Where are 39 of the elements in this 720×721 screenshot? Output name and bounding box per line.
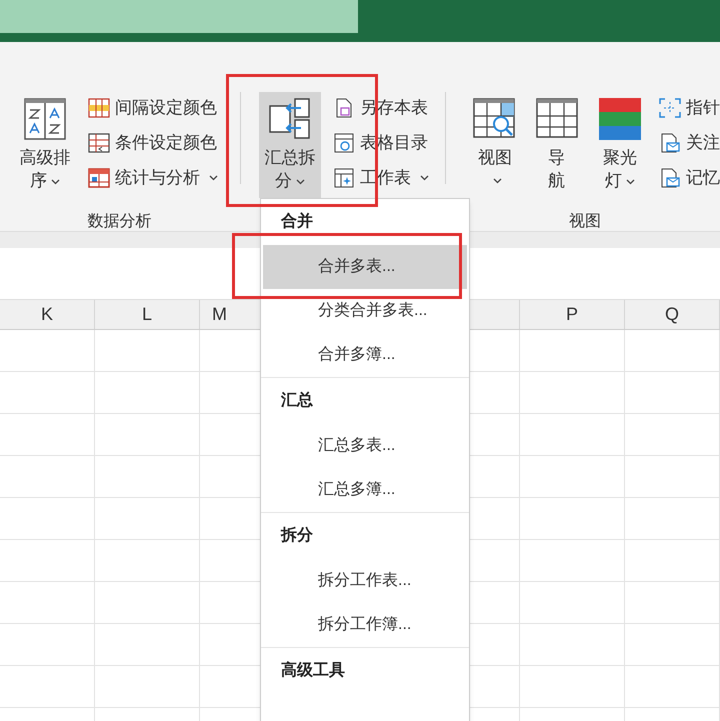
table-rule-icon xyxy=(88,133,110,153)
menu-section-title: 汇总 xyxy=(281,390,313,411)
menu-section-title: 拆分 xyxy=(281,526,313,546)
ribbon-button[interactable]: 汇总拆 分 xyxy=(259,92,321,198)
ribbon-small-button[interactable]: 工作表 xyxy=(333,166,429,190)
crosshair-frame-icon xyxy=(659,98,681,118)
ribbon-button[interactable]: 聚光 灯 xyxy=(592,92,647,198)
ribbon-small-button[interactable]: 间隔设定颜色 xyxy=(88,96,218,120)
file-mail-icon xyxy=(659,168,681,188)
table-list-icon xyxy=(333,133,355,153)
ribbon-button[interactable]: 高级排 序 xyxy=(14,92,76,198)
table-color-icon xyxy=(88,98,110,118)
ribbon-small-button[interactable]: 条件设定颜色 xyxy=(88,131,218,155)
sort-icon xyxy=(24,98,66,140)
ribbon-button[interactable]: 导 航 xyxy=(528,92,585,198)
column-header[interactable]: P xyxy=(566,301,578,328)
column-header[interactable]: K xyxy=(40,301,53,328)
color-stripes-icon xyxy=(598,98,641,140)
table-search-icon xyxy=(473,98,518,140)
grid-icon xyxy=(536,98,578,140)
ribbon-button[interactable]: 视图 xyxy=(470,92,520,198)
ribbon-small-button[interactable]: 指针 xyxy=(659,96,720,120)
menu-section-title: 合并 xyxy=(281,211,313,232)
column-header[interactable]: L xyxy=(142,301,152,328)
group-label: 视图 xyxy=(569,212,601,232)
merge-icon xyxy=(269,98,311,140)
file-mail-icon xyxy=(659,133,681,153)
ribbon-small-button[interactable]: 统计与分析 xyxy=(88,166,218,190)
ribbon-small-button[interactable]: 另存本表 xyxy=(333,96,429,120)
ribbon-small-button[interactable]: 记忆 xyxy=(659,166,720,190)
menu-section-title: 高级工具 xyxy=(281,660,345,681)
ribbon-small-button[interactable]: 关注 xyxy=(659,131,720,155)
table-chart-icon xyxy=(88,168,110,188)
column-header[interactable]: M xyxy=(212,301,227,328)
menu-item[interactable]: 合并多表... xyxy=(263,245,467,289)
ribbon-small-button[interactable]: 表格目录 xyxy=(333,131,429,155)
sheet-sparkle-icon xyxy=(333,168,355,188)
column-header[interactable]: Q xyxy=(664,301,679,328)
group-label: 数据分析 xyxy=(88,212,152,232)
